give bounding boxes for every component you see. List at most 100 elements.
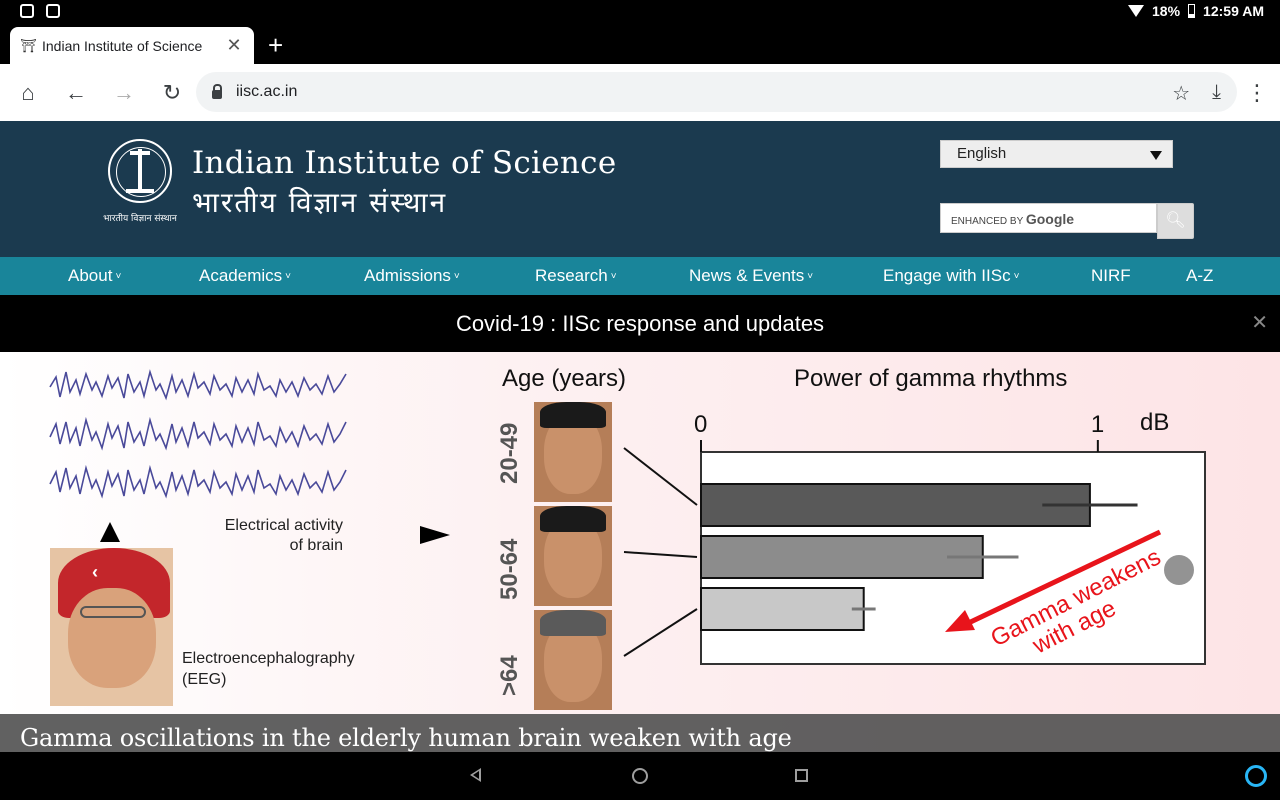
connector-lines [623, 447, 698, 657]
nav-item-nirf[interactable]: NIRF [1091, 266, 1131, 286]
slide-caption-bar[interactable]: Gamma oscillations in the elderly human … [0, 714, 1280, 752]
connector-line [623, 551, 698, 558]
eeg-caption-line: Electrical activity [224, 517, 343, 534]
slider-prev-icon[interactable]: ‹ [92, 562, 98, 583]
search-button[interactable]: 🔍︎ [1157, 203, 1194, 239]
lock-icon [212, 83, 222, 99]
covid-banner[interactable]: Covid-19 : IISc response and updates ✕ [0, 295, 1280, 352]
iisc-logo[interactable]: भारतीय विज्ञान संस्थान [98, 139, 182, 229]
close-banner-icon[interactable]: ✕ [1251, 295, 1268, 352]
nav-item-a-z[interactable]: A-Z [1186, 266, 1213, 286]
new-tab-button[interactable]: + [268, 32, 283, 58]
nav-item-engage[interactable]: Engage with IISc ˅ [883, 266, 1019, 286]
system-home-icon[interactable] [632, 768, 648, 784]
nav-label: A-Z [1186, 266, 1214, 285]
chevron-down-icon: ˅ [610, 271, 617, 282]
chevron-down-icon: ˅ [115, 271, 122, 282]
covid-banner-text[interactable]: Covid-19 : IISc response and updates [456, 311, 824, 336]
up-arrow-icon [100, 522, 120, 542]
forward-icon[interactable]: → [111, 80, 137, 106]
bar-2 [700, 587, 865, 631]
logo-pillar [138, 149, 142, 193]
close-tab-icon[interactable]: ✕ [224, 35, 244, 56]
glasses [80, 606, 146, 618]
dropdown-arrow-icon [1150, 151, 1162, 160]
nav-item-admissions[interactable]: Admissions ˅ [364, 266, 460, 286]
gamma-power-chart: 01 dB Gamma weakens with age [623, 409, 1206, 665]
nav-item-news-events[interactable]: News & Events ˅ [689, 266, 813, 286]
connector-line [623, 447, 698, 506]
nav-label: About [68, 266, 113, 285]
eeg-caption-line: of brain [289, 537, 343, 554]
nav-label: News & Events [689, 266, 805, 285]
hair-shape [540, 610, 606, 636]
nav-item-about[interactable]: About ˅ [68, 266, 121, 286]
nav-label: Academics [199, 266, 283, 285]
cast-icon [46, 4, 60, 18]
system-recents-icon[interactable] [795, 769, 808, 782]
wifi-icon [1128, 5, 1145, 17]
ticks-group: 01 [694, 411, 1104, 452]
chevron-down-icon: ˅ [807, 271, 814, 282]
google-wordmark: Google [1025, 211, 1075, 227]
main-nav: About ˅ Academics ˅ Admissions ˅ Research ˅ … [0, 257, 1280, 295]
back-icon[interactable]: ← [63, 80, 89, 106]
system-nav-bar [0, 752, 1280, 800]
eeg-label-line: Electroencephalography [182, 650, 355, 667]
face-photo-elderly [534, 610, 612, 710]
nav-label: Engage with IISc [883, 266, 1011, 285]
logo-base [126, 189, 154, 193]
nav-label: NIRF [1091, 266, 1131, 285]
nav-item-academics[interactable]: Academics ˅ [199, 266, 291, 286]
system-back-icon[interactable] [470, 768, 481, 782]
eeg-subject-photo [50, 548, 173, 706]
subject-face [68, 588, 156, 688]
clock: 12:59 AM [1203, 3, 1264, 19]
download-icon[interactable]: ⤓ [1212, 81, 1221, 106]
chevron-down-icon: ˅ [285, 271, 291, 282]
slider-pause-button[interactable] [1164, 555, 1194, 585]
age-group-label: 20-49 [496, 422, 523, 484]
chart-title: Power of gamma rhythms [794, 365, 1068, 392]
nav-label: Research [535, 266, 608, 285]
search-icon: 🔍︎ [1165, 212, 1186, 229]
tab-title: Indian Institute of Science [42, 37, 203, 54]
google-search: ENHANCED BY Google 🔍︎ [940, 203, 1194, 239]
x-tick-label: 0 [694, 411, 707, 438]
more-menu-icon[interactable]: ⋮ [1244, 80, 1270, 106]
bookmark-star-icon[interactable]: ☆ [1172, 81, 1190, 106]
search-input[interactable]: ENHANCED BY Google [940, 203, 1157, 233]
hair-shape [540, 506, 606, 532]
chevron-down-icon: ˅ [1013, 271, 1020, 282]
eeg-caption: Electrical activity of brain [210, 516, 343, 556]
slide-caption[interactable]: Gamma oscillations in the elderly human … [20, 724, 792, 752]
eeg-waveform [49, 369, 347, 499]
chevron-down-icon: ˅ [453, 271, 460, 282]
logo-text: भारतीय विज्ञान संस्थान [103, 214, 177, 224]
bar-1 [700, 535, 984, 579]
assistant-icon[interactable] [1245, 765, 1267, 787]
age-group-label: >64 [496, 655, 523, 696]
language-select[interactable]: English [940, 140, 1173, 168]
age-axis-title: Age (years) [502, 365, 627, 392]
bar-0 [700, 483, 1091, 527]
reload-icon[interactable]: ↻ [159, 80, 185, 106]
address-bar[interactable]: iisc.ac.in ☆ ⤓ [196, 72, 1237, 112]
hero-slide[interactable]: Electrical activity of brain ‹ Electroen… [0, 352, 1280, 752]
hair-shape [540, 402, 606, 428]
eeg-label-line: (EEG) [182, 671, 227, 688]
face-photo-middle [534, 506, 612, 606]
battery-percent: 18% [1152, 3, 1181, 19]
search-prefix: ENHANCED BY [951, 216, 1024, 227]
shield-icon [20, 4, 34, 18]
unit-label: dB [1140, 409, 1169, 436]
site-title[interactable]: Indian Institute of Science [192, 145, 616, 181]
language-value: English [957, 145, 1007, 162]
browser-toolbar: ⌂ ← → ↻ iisc.ac.in ☆ ⤓ ⋮ [0, 64, 1280, 121]
browser-tab[interactable]: ⛩ Indian Institute of Science ✕ [10, 27, 254, 64]
home-icon[interactable]: ⌂ [15, 80, 41, 106]
logo-cap [130, 151, 150, 155]
status-bar: 18% 12:59 AM [0, 0, 1280, 24]
nav-item-research[interactable]: Research ˅ [535, 266, 617, 286]
face-photo-young [534, 402, 612, 502]
